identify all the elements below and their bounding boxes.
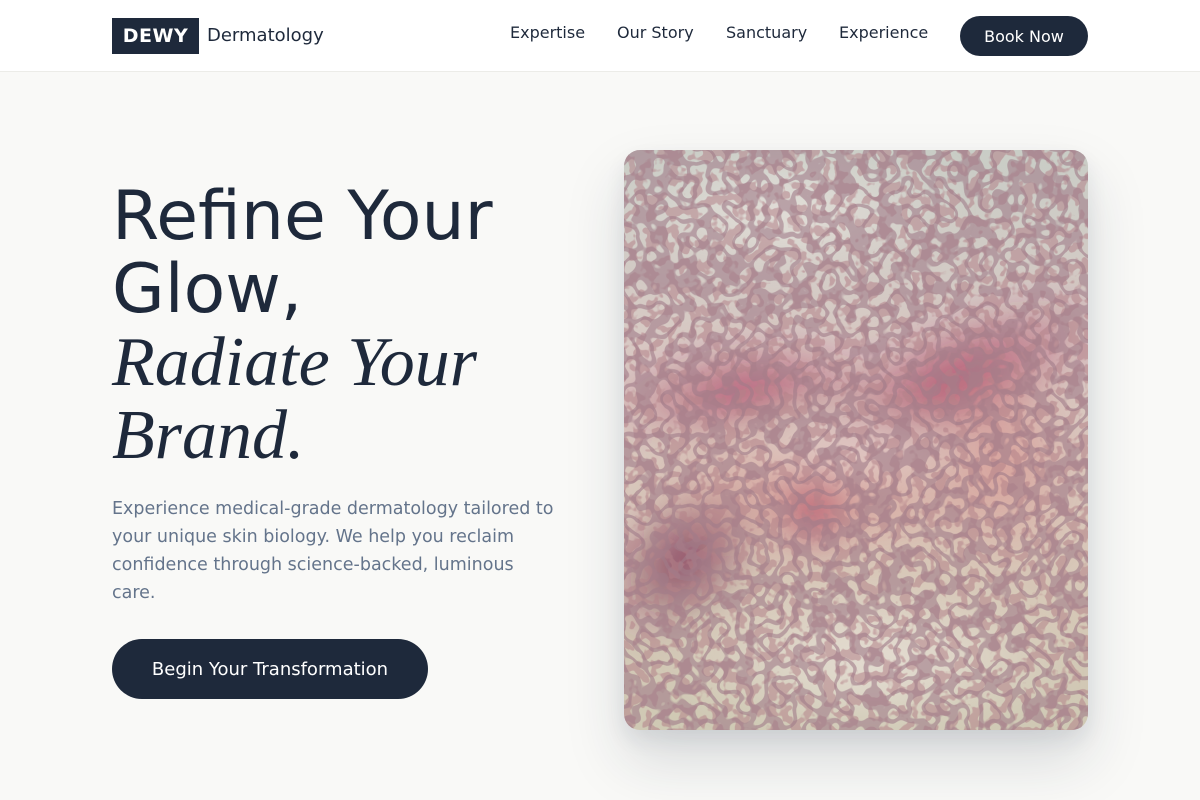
nav-link-sanctuary[interactable]: Sanctuary	[726, 22, 807, 44]
hero-image	[624, 150, 1088, 730]
logo-mark[interactable]: DEWY	[112, 18, 199, 54]
top-navbar: DEWY Dermatology Expertise Our Story San…	[0, 0, 1200, 72]
hero-description: Experience medical-grade dermatology tai…	[112, 499, 554, 603]
hero-title: Refine Your Glow, Radiate Your Brand.	[112, 180, 592, 472]
hero-title-line-2: Glow,	[112, 250, 303, 329]
cracked-skin-texture-image	[624, 150, 1088, 730]
nav-link-expertise[interactable]: Expertise	[510, 22, 585, 44]
logo-text[interactable]: Dermatology	[207, 22, 324, 50]
hero-title-line-1: Refine Your	[112, 177, 493, 256]
book-now-button[interactable]: Book Now	[960, 16, 1088, 56]
nav-link-our-story[interactable]: Our Story	[617, 22, 694, 44]
begin-transformation-button[interactable]: Begin Your Transformation	[112, 639, 428, 699]
nav-link-experience[interactable]: Experience	[839, 22, 928, 44]
hero-title-line-4: Brand.	[112, 397, 305, 474]
hero-title-line-3: Radiate Your	[112, 324, 477, 401]
